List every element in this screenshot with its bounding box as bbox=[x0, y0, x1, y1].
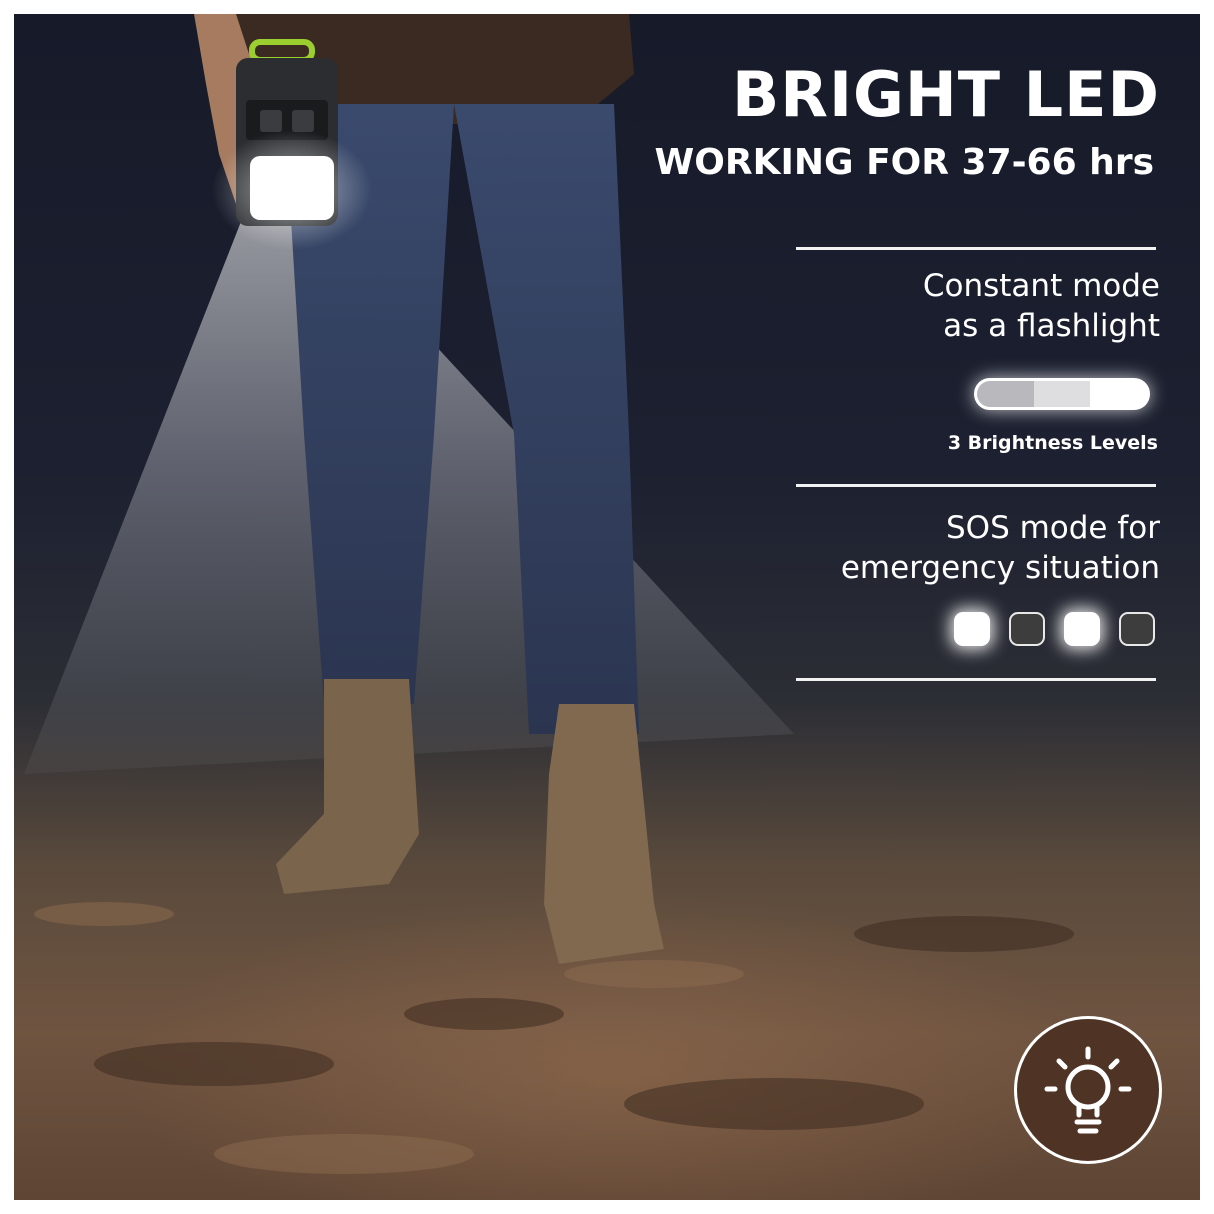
lightbulb-badge bbox=[1014, 1016, 1162, 1164]
sos-mode-title-line2: emergency situation bbox=[840, 550, 1160, 586]
sos-light bbox=[1119, 612, 1155, 646]
divider-top bbox=[796, 247, 1156, 250]
product-image: BRIGHT LED WORKING FOR 37-66 hrs Constan… bbox=[14, 14, 1200, 1200]
constant-mode-title-line1: Constant mode bbox=[922, 268, 1160, 304]
right-boot bbox=[544, 704, 664, 964]
constant-mode-title-line2: as a flashlight bbox=[943, 308, 1160, 344]
brightness-caption: 3 Brightness Levels bbox=[947, 432, 1158, 454]
brightness-levels-bar bbox=[974, 378, 1150, 410]
headline: BRIGHT LED bbox=[731, 58, 1160, 131]
sos-light bbox=[1064, 612, 1100, 646]
divider-middle bbox=[796, 484, 1156, 487]
sos-mode-title-line1: SOS mode for bbox=[945, 510, 1160, 546]
divider-bottom bbox=[796, 678, 1156, 681]
sos-mode-title: SOS mode for emergency situation bbox=[841, 508, 1160, 588]
subheadline: WORKING FOR 37-66 hrs bbox=[654, 142, 1154, 183]
sos-light-pattern bbox=[954, 612, 1155, 646]
constant-mode-title: Constant mode as a flashlight bbox=[923, 266, 1160, 346]
brightness-level-high bbox=[1090, 381, 1147, 407]
sos-light bbox=[1009, 612, 1045, 646]
lightbulb-icon bbox=[1044, 1046, 1132, 1134]
brightness-level-medium bbox=[1033, 381, 1091, 407]
brightness-level-low bbox=[977, 381, 1034, 407]
sos-light bbox=[954, 612, 990, 646]
